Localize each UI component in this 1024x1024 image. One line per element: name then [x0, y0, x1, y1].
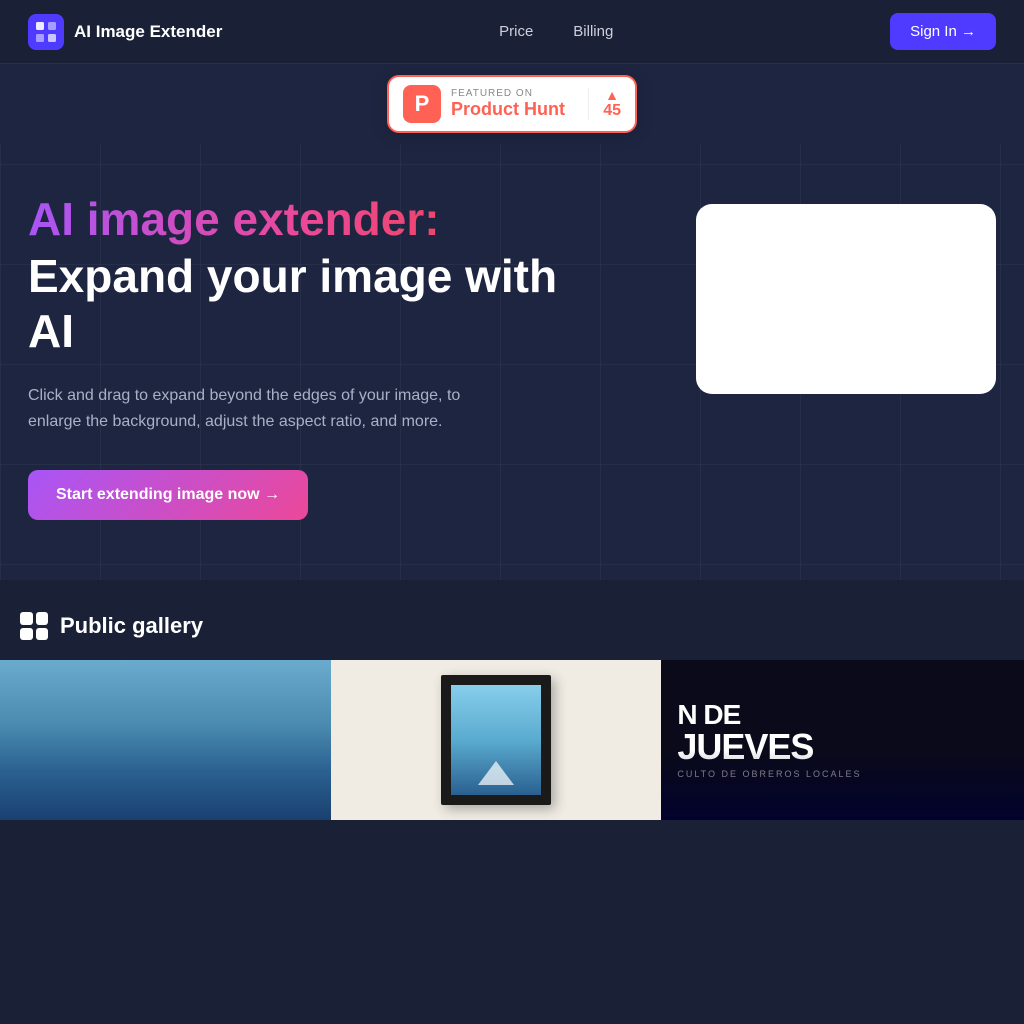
ph-text-block: FEATURED ON Product Hunt [451, 88, 565, 120]
ph-vote-count: 45 [603, 102, 621, 120]
gallery-section: Public gallery N DE JUEVES CULTO DE OBRE… [0, 580, 1024, 820]
hero-description: Click and drag to expand beyond the edge… [28, 383, 488, 434]
ph-featured-label: FEATURED ON [451, 88, 565, 99]
gallery-icon-dot-4 [36, 628, 49, 641]
frame-inner [451, 685, 541, 795]
product-hunt-bar: P FEATURED ON Product Hunt ▲ 45 [0, 64, 1024, 144]
nav-link-billing[interactable]: Billing [573, 23, 613, 40]
hero-content: AI image extender: Expand your image wit… [0, 144, 1024, 580]
nav-link-price[interactable]: Price [499, 23, 533, 40]
hero-title-main: Expand your image with AI [28, 249, 568, 359]
gallery-icon-dot-1 [20, 612, 33, 625]
logo-icon [28, 14, 64, 50]
hero-image-inner [696, 204, 996, 394]
navbar: AI Image Extender Price Billing Sign In … [0, 0, 1024, 64]
sign-in-button[interactable]: Sign In → [890, 13, 996, 50]
hero-left-panel: AI image extender: Expand your image wit… [28, 184, 568, 520]
product-hunt-badge[interactable]: P FEATURED ON Product Hunt ▲ 45 [387, 75, 637, 133]
cta-button[interactable]: Start extending image now → [28, 470, 308, 520]
mountain-shape [478, 761, 514, 785]
gallery-item-1[interactable] [0, 660, 331, 820]
site-title: AI Image Extender [74, 22, 222, 42]
gallery-item-3[interactable]: N DE JUEVES CULTO DE OBREROS LOCALES [661, 660, 1024, 820]
hero-section: P FEATURED ON Product Hunt ▲ 45 AI image… [0, 64, 1024, 580]
hero-title-gradient: AI image extender: [28, 194, 568, 245]
gallery-icon-dot-2 [36, 612, 49, 625]
hero-image-preview [696, 204, 996, 394]
gallery-item-2[interactable] [331, 660, 662, 820]
nav-links: Price Billing [499, 23, 613, 40]
product-hunt-logo: P [403, 85, 441, 123]
thumb3-n: N DE [677, 701, 740, 729]
ph-upvote-arrow: ▲ [605, 88, 619, 102]
frame-outer [441, 675, 551, 805]
nav-logo: AI Image Extender [28, 14, 222, 50]
gallery-grid-icon [20, 612, 48, 640]
ph-logo-letter: P [415, 93, 430, 115]
gallery-grid: N DE JUEVES CULTO DE OBREROS LOCALES [0, 660, 1024, 820]
thumb3-crowd-overlay [661, 750, 1024, 820]
ph-votes-block: ▲ 45 [588, 88, 621, 120]
gallery-icon-dot-3 [20, 628, 33, 641]
ph-name: Product Hunt [451, 99, 565, 120]
gallery-title: Public gallery [60, 613, 203, 639]
thumb3-n-de: N DE [677, 701, 740, 729]
gallery-header: Public gallery [0, 612, 1024, 660]
